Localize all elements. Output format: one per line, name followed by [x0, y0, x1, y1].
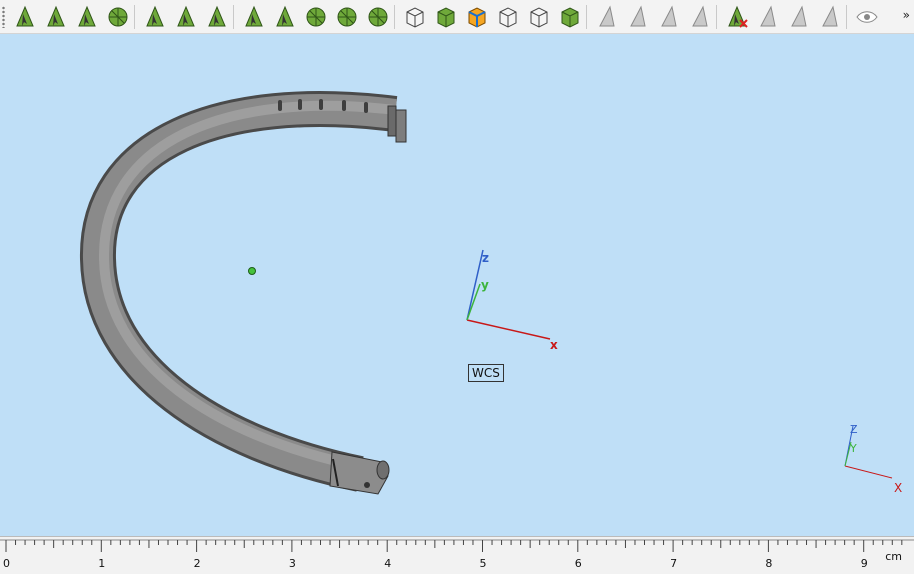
tool-cut-button[interactable]: [656, 4, 682, 30]
curved-tube-model[interactable]: [79, 91, 407, 495]
tool-copy-button[interactable]: [786, 4, 812, 30]
toolbar-separator: [586, 5, 587, 29]
toolbar-separator: [394, 5, 395, 29]
select-circle-icon: [177, 5, 195, 27]
triad-x-label: X: [894, 481, 902, 495]
toolbar-separator: [846, 5, 847, 29]
main-toolbar: »: [0, 0, 914, 34]
tool-plane-button[interactable]: [817, 4, 843, 30]
select-circle-button[interactable]: [173, 4, 199, 30]
wcs-z-label: z: [482, 251, 489, 265]
view-wire-button[interactable]: [495, 4, 521, 30]
view-shaded-button[interactable]: [464, 4, 490, 30]
view-render-button[interactable]: [557, 4, 583, 30]
ruler-label: 6: [575, 557, 582, 570]
tool-cut-icon: [661, 5, 677, 27]
select-radial-button[interactable]: [365, 4, 391, 30]
select-node-button[interactable]: [272, 4, 298, 30]
ruler-label: 7: [670, 557, 677, 570]
wcs-y-label: y: [481, 278, 489, 292]
view-render-icon: [561, 7, 579, 28]
select-solid-icon: [108, 7, 128, 27]
tool-pointer-button[interactable]: [594, 4, 620, 30]
pivot-point[interactable]: [248, 267, 256, 275]
select-curve-icon: [208, 5, 226, 27]
visibility-eye-button[interactable]: [854, 4, 880, 30]
ruler-label: 9: [861, 557, 868, 570]
select-mesh-button[interactable]: [241, 4, 267, 30]
view-shaded-icon: [468, 7, 486, 28]
select-button[interactable]: [12, 4, 38, 30]
ruler-label: 8: [765, 557, 772, 570]
tool-delete-button[interactable]: [724, 4, 750, 30]
ruler-label: 0: [3, 557, 10, 570]
select-mesh-icon: [245, 5, 263, 27]
scale-ruler: 0 1 2 3 4 5 6 7 8 9 cm: [0, 536, 914, 574]
tool-pointer-icon: [599, 5, 615, 27]
view-section-button[interactable]: [526, 4, 552, 30]
ruler-unit: cm: [885, 550, 902, 563]
tool-extend-icon: [692, 5, 708, 27]
ruler-label: 3: [289, 557, 296, 570]
tool-plane-icon: [822, 5, 838, 27]
wcs-x-label: x: [550, 338, 558, 352]
select-face-icon: [47, 5, 65, 27]
toolbar-separator: [716, 5, 717, 29]
visibility-eye-icon: [856, 11, 878, 23]
select-icon: [16, 5, 34, 27]
select-edge-button[interactable]: [74, 4, 100, 30]
tool-mirror-button[interactable]: [755, 4, 781, 30]
view-front-icon: [437, 7, 455, 28]
ruler-label: 5: [480, 557, 487, 570]
ruler-canvas: 0 1 2 3 4 5 6 7 8 9: [0, 539, 914, 570]
select-rect-button[interactable]: [142, 4, 168, 30]
tool-copy-icon: [791, 5, 807, 27]
wcs-x-axis: [466, 319, 551, 340]
select-radial-icon: [368, 7, 388, 27]
select-wheel-button[interactable]: [334, 4, 360, 30]
tool-extend-button[interactable]: [687, 4, 713, 30]
viewport-canvas[interactable]: x z y X Z Y: [0, 34, 914, 536]
view-wire-icon: [499, 7, 517, 28]
toolbar-separator: [233, 5, 234, 29]
toolbar-grip[interactable]: [2, 6, 5, 28]
view-front-button[interactable]: [433, 4, 459, 30]
select-solid-button[interactable]: [105, 4, 131, 30]
toolbar-separator: [134, 5, 135, 29]
toolbar-overflow-button[interactable]: »: [903, 8, 910, 22]
select-wheel-icon: [337, 7, 357, 27]
triad-z-label: Z: [850, 423, 858, 436]
tube-top-connector: [387, 105, 407, 143]
select-curve-button[interactable]: [204, 4, 230, 30]
select-rect-icon: [146, 5, 164, 27]
select-edge-icon: [78, 5, 96, 27]
tool-mirror-icon: [760, 5, 776, 27]
select-fan-icon: [306, 7, 326, 27]
tool-delete-icon: [728, 5, 748, 28]
tube-bottom-connector: [329, 451, 390, 495]
triad-y-label: Y: [849, 442, 857, 455]
tool-split-button[interactable]: [625, 4, 651, 30]
view-iso-button[interactable]: [402, 4, 428, 30]
tool-split-icon: [630, 5, 646, 27]
3d-viewport[interactable]: x z y X Z Y WCS: [0, 34, 914, 536]
wcs-label: WCS: [468, 364, 504, 382]
select-node-icon: [276, 5, 294, 27]
select-face-button[interactable]: [43, 4, 69, 30]
triad-x-axis: [844, 465, 893, 479]
ruler-label: 1: [98, 557, 105, 570]
orientation-triad: X Z Y: [844, 423, 902, 495]
select-fan-button[interactable]: [303, 4, 329, 30]
view-iso-icon: [406, 7, 424, 28]
wcs-axes: x z y: [466, 249, 558, 352]
ruler-label: 2: [194, 557, 201, 570]
view-section-icon: [530, 7, 548, 28]
ruler-label: 4: [384, 557, 391, 570]
